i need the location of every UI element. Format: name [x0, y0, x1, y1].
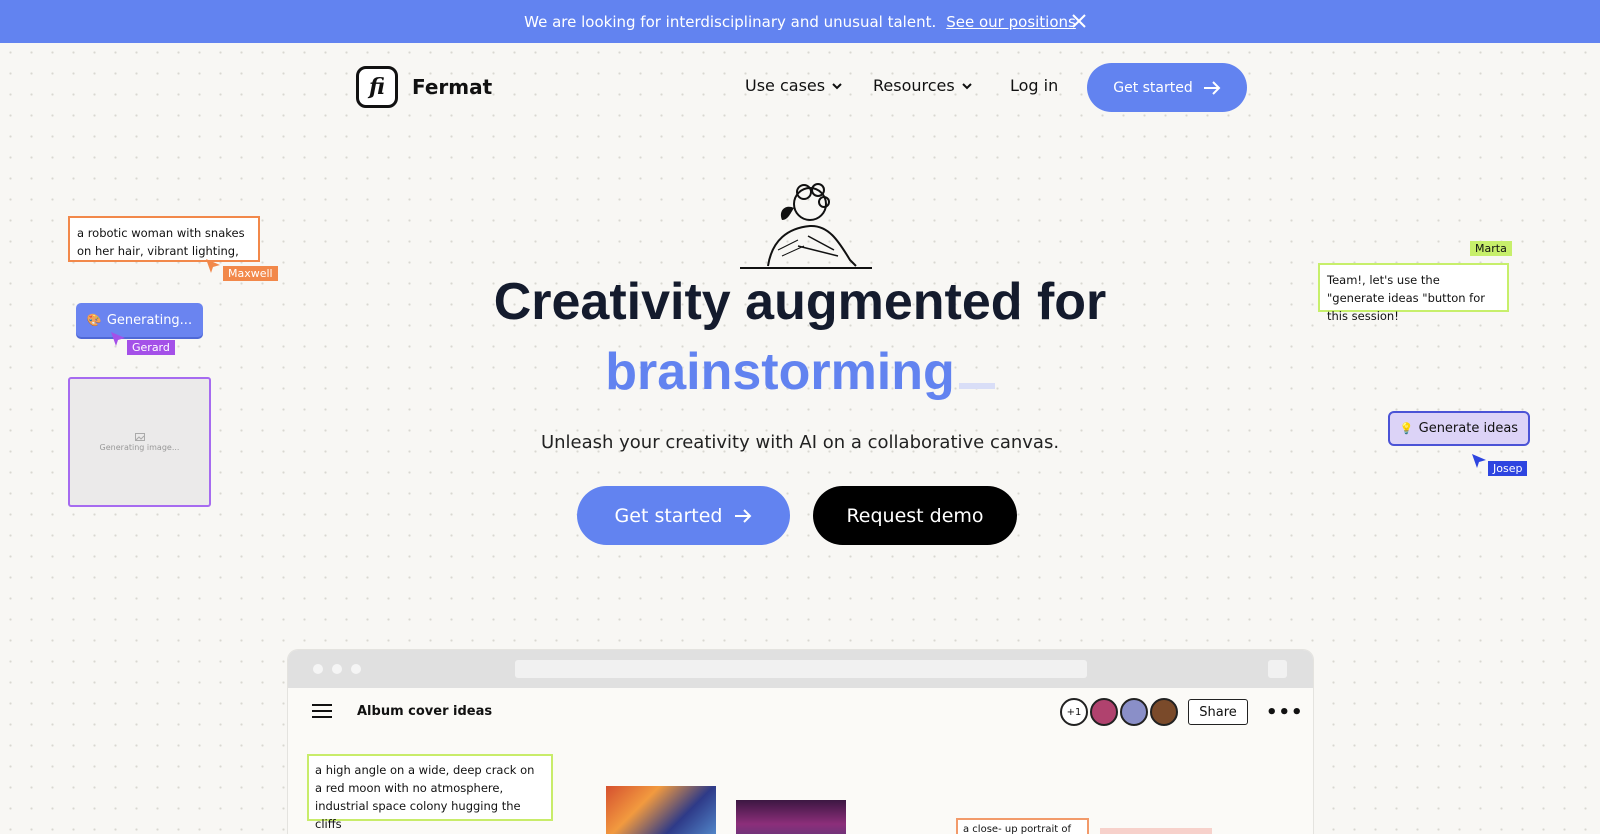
window-dot	[351, 664, 361, 674]
generated-image-thumbnail	[736, 800, 846, 834]
josep-cursor-label: Josep	[1488, 461, 1528, 476]
generate-ideas-button[interactable]: 💡 Generate ideas	[1388, 411, 1530, 446]
browser-button	[1268, 660, 1287, 678]
cursor-pointer-icon	[1472, 454, 1486, 468]
generated-image-thumbnail	[606, 786, 716, 834]
avatar	[1150, 698, 1178, 726]
app-mockup: Album cover ideas +1 Share ••• a high an…	[288, 650, 1313, 834]
chevron-down-icon	[832, 82, 842, 89]
header-get-started-label: Get started	[1113, 79, 1193, 96]
marta-cursor-label: Marta	[1470, 241, 1512, 256]
nav-use-cases[interactable]: Use cases	[745, 76, 843, 95]
image-icon	[134, 432, 145, 441]
nav-use-cases-label: Use cases	[745, 76, 826, 95]
window-dot	[332, 664, 342, 674]
nav-resources[interactable]: Resources	[873, 76, 973, 95]
avatar	[1090, 698, 1118, 726]
generate-ideas-label: Generate ideas	[1418, 421, 1519, 436]
generating-button: 🎨 Generating...	[76, 303, 203, 337]
close-icon[interactable]	[1070, 12, 1088, 30]
prompt-note-text: a robotic woman with snakes on her hair,…	[77, 226, 245, 258]
writer-illustration	[740, 183, 872, 269]
arrow-right-icon	[1203, 80, 1221, 95]
generating-image-text: Generating image...	[99, 442, 180, 452]
fermat-logo-mark: fi	[356, 66, 398, 108]
gerard-cursor-label: Gerard	[127, 340, 175, 355]
announcement-banner: We are looking for interdisciplinary and…	[0, 0, 1600, 43]
mockup-portrait-note: a close- up portrait of	[956, 818, 1089, 834]
team-note: Team!, let's use the "generate ideas "bu…	[1318, 263, 1509, 323]
window-dot	[313, 664, 323, 674]
request-demo-button[interactable]: Request demo	[813, 486, 1017, 545]
maxwell-cursor-label: Maxwell	[223, 266, 278, 281]
banner-text: We are looking for interdisciplinary and…	[524, 12, 937, 31]
generating-label: Generating...	[106, 312, 193, 328]
fermat-logo[interactable]: fi Fermat	[356, 66, 492, 108]
chevron-down-icon	[962, 82, 972, 89]
hero-subtitle: Unleash your creativity with AI on a col…	[540, 432, 1060, 453]
avatar	[1120, 698, 1148, 726]
share-button[interactable]: Share	[1188, 699, 1248, 725]
more-collaborators-badge: +1	[1060, 698, 1088, 726]
palette-icon: 🎨	[86, 313, 102, 327]
generating-image-placeholder: Generating image...	[68, 377, 211, 507]
hero-get-started-button[interactable]: Get started	[577, 486, 790, 545]
board-title: Album cover ideas	[357, 704, 493, 719]
mockup-prompt-note: a high angle on a wide, deep crack on a …	[307, 754, 553, 831]
hero-highlight-line: brainstorming	[0, 342, 1600, 402]
cursor-pointer-icon	[111, 332, 125, 346]
mockup-card	[1100, 828, 1212, 834]
collaborator-avatars[interactable]: +1	[1058, 698, 1178, 726]
nav-login-label: Log in	[1010, 76, 1059, 95]
address-bar	[515, 660, 1087, 678]
browser-chrome	[288, 650, 1313, 688]
fermat-logo-text: Fermat	[412, 75, 493, 99]
arrow-right-icon	[735, 508, 752, 523]
lightbulb-icon: 💡	[1399, 422, 1414, 435]
hero-highlight: brainstorming	[605, 343, 955, 401]
cursor-pointer-icon	[206, 259, 220, 273]
see-positions-link[interactable]: See our positions	[946, 13, 1076, 31]
more-options-icon[interactable]: •••	[1266, 702, 1304, 723]
request-demo-label: Request demo	[846, 504, 984, 527]
hero-get-started-label: Get started	[614, 504, 723, 527]
header-get-started-button[interactable]: Get started	[1087, 63, 1247, 112]
nav-login[interactable]: Log in	[1010, 76, 1058, 95]
typing-cursor	[958, 383, 995, 389]
nav-resources-label: Resources	[873, 76, 955, 95]
menu-icon[interactable]	[312, 703, 332, 719]
prompt-note: a robotic woman with snakes on her hair,…	[68, 216, 260, 262]
